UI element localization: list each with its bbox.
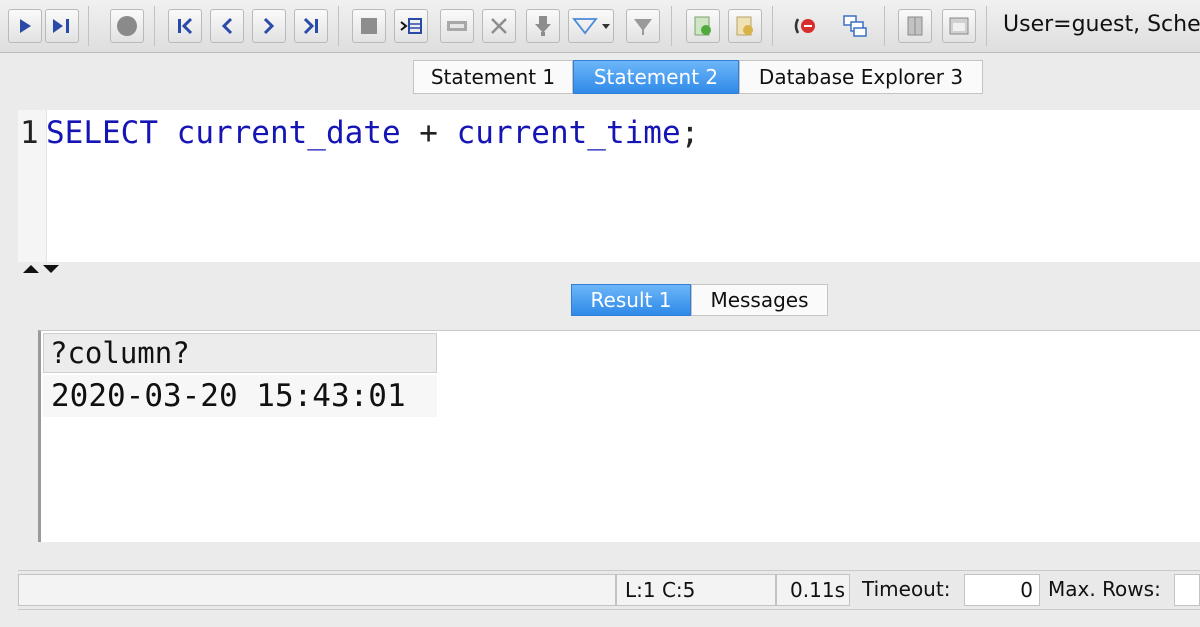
first-row-icon: [178, 17, 193, 35]
disconnect-icon: [794, 18, 815, 34]
sql-terminator: ;: [680, 115, 700, 151]
sql-identifier: current_date: [176, 115, 401, 151]
table-cell[interactable]: 2020-03-20 15:43:01: [43, 375, 437, 417]
status-message: [18, 574, 616, 606]
result-grid: ?column? 2020-03-20 15:43:01: [38, 330, 1200, 542]
clear-filter-icon: [634, 19, 652, 35]
commit-icon: [694, 16, 711, 36]
filter-button[interactable]: [568, 9, 614, 43]
delete-row-icon: [491, 18, 507, 34]
insert-row-button[interactable]: [394, 9, 428, 43]
clear-filter-button[interactable]: [626, 9, 660, 43]
next-row-icon: [263, 17, 275, 35]
connection-icon: [843, 15, 867, 37]
connection-button[interactable]: [838, 9, 872, 43]
sql-operator: +: [419, 115, 438, 151]
tab-database-explorer-3[interactable]: Database Explorer 3: [739, 60, 983, 94]
previous-row-button[interactable]: [210, 9, 244, 43]
delete-row-button[interactable]: [482, 9, 516, 43]
filter-icon: [572, 18, 610, 35]
execute-step-icon: [53, 19, 69, 33]
window-icon: [949, 17, 969, 35]
copy-row-button[interactable]: [440, 9, 474, 43]
commit-button[interactable]: [686, 9, 720, 43]
last-row-icon: [303, 17, 318, 35]
copy-row-icon: [447, 21, 467, 31]
splitter-arrows-icon: [23, 265, 59, 273]
tab-statement-1[interactable]: Statement 1: [413, 60, 573, 94]
stop-query-icon: [361, 18, 377, 34]
sql-identifier: current_time: [456, 115, 681, 151]
line-number: 1: [20, 115, 39, 151]
rollback-icon: [736, 16, 753, 36]
previous-row-icon: [221, 17, 233, 35]
tab-result-1[interactable]: Result 1: [571, 284, 691, 316]
max-rows-label: Max. Rows:: [1048, 577, 1161, 601]
stop-button[interactable]: [110, 9, 144, 43]
tab-statement-2[interactable]: Statement 2: [573, 60, 739, 94]
execute-button[interactable]: [8, 9, 42, 43]
sql-editor[interactable]: 1 SELECT current_date + current_time;: [18, 110, 1200, 262]
execute-icon: [20, 19, 31, 33]
splitter-handle[interactable]: [22, 262, 72, 276]
connection-user-info: User=guest, Schema: [1003, 12, 1200, 37]
next-row-button[interactable]: [252, 9, 286, 43]
stop-icon: [117, 16, 137, 36]
sql-code-line[interactable]: SELECT current_date + current_time;: [46, 115, 699, 151]
object-icon: [907, 16, 923, 36]
object-button[interactable]: [898, 9, 932, 43]
first-row-button[interactable]: [168, 9, 202, 43]
rollback-button[interactable]: [728, 9, 762, 43]
timeout-input[interactable]: 0: [964, 574, 1040, 606]
execution-time: 0.11s: [776, 574, 850, 606]
insert-row-icon: [400, 18, 422, 34]
disconnect-button[interactable]: [788, 9, 822, 43]
statement-tabs: Statement 1 Statement 2 Database Explore…: [0, 58, 1200, 96]
window-button[interactable]: [942, 9, 976, 43]
line-number-gutter: 1: [18, 110, 47, 262]
save-button[interactable]: [526, 9, 560, 43]
tab-messages[interactable]: Messages: [691, 284, 828, 316]
sql-keyword: SELECT: [46, 115, 158, 151]
cursor-position: L:1 C:5: [616, 574, 776, 606]
save-icon: [535, 16, 551, 36]
stop-query-button[interactable]: [352, 9, 386, 43]
timeout-label: Timeout:: [862, 577, 951, 601]
status-bar: L:1 C:5 0.11s Timeout: 0 Max. Rows:: [18, 570, 1200, 610]
execute-step-button[interactable]: [45, 9, 79, 43]
column-header[interactable]: ?column?: [43, 333, 437, 373]
toolbar: User=guest, Schema: [0, 0, 1200, 53]
max-rows-input[interactable]: [1174, 574, 1200, 606]
last-row-button[interactable]: [294, 9, 328, 43]
